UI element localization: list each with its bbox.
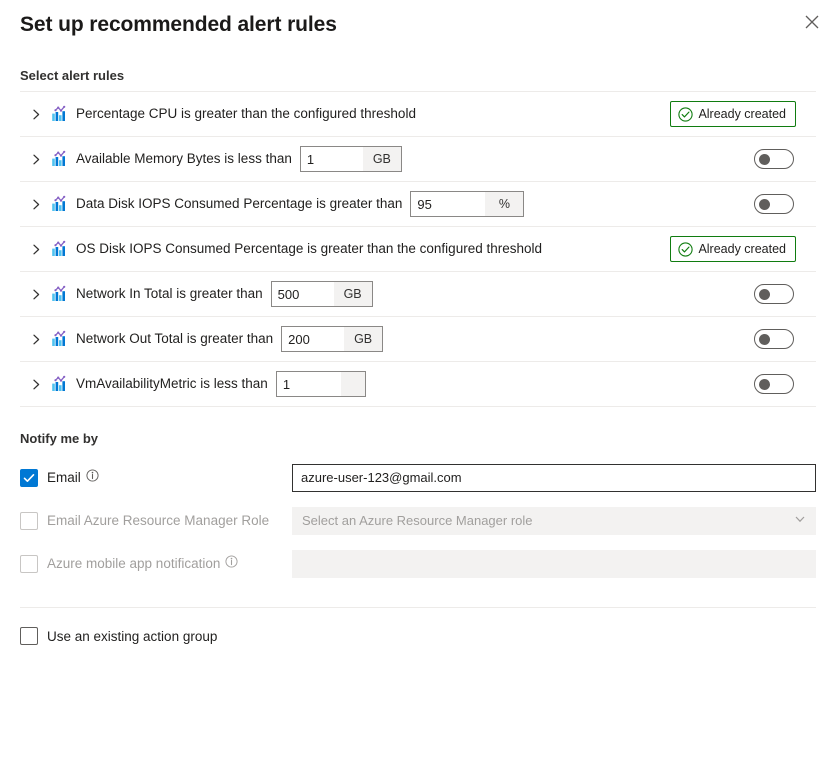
alert-rule-row: Network In Total is greater than 500GB bbox=[20, 272, 816, 317]
use-existing-action-group-label: Use an existing action group bbox=[47, 629, 217, 644]
chevron-down-icon bbox=[794, 513, 806, 528]
mobile-app-field[interactable] bbox=[292, 550, 816, 578]
metric-chart-icon bbox=[50, 375, 76, 393]
check-circle-icon bbox=[678, 242, 693, 257]
alert-rule-row: Available Memory Bytes is less than 1GB bbox=[20, 137, 816, 182]
alert-rule-row: VmAvailabilityMetric is less than 1 bbox=[20, 362, 816, 407]
expand-chevron-icon[interactable] bbox=[24, 192, 48, 216]
toggle-knob bbox=[759, 379, 770, 390]
notify-mobile-left: Azure mobile app notification bbox=[20, 555, 292, 573]
expand-chevron-icon[interactable] bbox=[24, 237, 48, 261]
alert-rule-toggle[interactable] bbox=[754, 194, 794, 214]
metric-chart-icon bbox=[50, 195, 76, 213]
expand-chevron-icon[interactable] bbox=[24, 327, 48, 351]
notify-email-left: Email bbox=[20, 469, 292, 487]
bottom-divider bbox=[20, 607, 816, 608]
close-button[interactable] bbox=[796, 6, 828, 38]
threshold-input[interactable]: 500 bbox=[272, 282, 334, 306]
alert-rule-toggle[interactable] bbox=[754, 149, 794, 169]
threshold-field[interactable]: 95% bbox=[410, 191, 524, 217]
alert-rule-row: Network Out Total is greater than 200GB bbox=[20, 317, 816, 362]
threshold-unit bbox=[341, 372, 365, 396]
threshold-unit: % bbox=[485, 192, 523, 216]
alert-rule-label: Network In Total is greater than bbox=[76, 285, 263, 303]
arm-role-checkbox-label: Email Azure Resource Manager Role bbox=[47, 513, 269, 528]
mobile-app-checkbox[interactable] bbox=[20, 555, 38, 573]
expand-chevron-icon[interactable] bbox=[24, 102, 48, 126]
email-checkbox[interactable] bbox=[20, 469, 38, 487]
alert-rules-list: Percentage CPU is greater than the confi… bbox=[20, 91, 816, 407]
check-icon bbox=[23, 472, 35, 484]
alert-rule-label: Available Memory Bytes is less than bbox=[76, 150, 292, 168]
metric-chart-icon bbox=[50, 105, 76, 123]
alert-rule-label: Network Out Total is greater than bbox=[76, 330, 273, 348]
threshold-field[interactable]: 200GB bbox=[281, 326, 383, 352]
alert-rule-row: Data Disk IOPS Consumed Percentage is gr… bbox=[20, 182, 816, 227]
toggle-knob bbox=[759, 199, 770, 210]
threshold-input[interactable]: 200 bbox=[282, 327, 344, 351]
dialog-header: Set up recommended alert rules bbox=[0, 0, 836, 48]
threshold-field[interactable]: 1 bbox=[276, 371, 366, 397]
notify-row-mobile-app: Azure mobile app notification bbox=[0, 542, 836, 585]
page-title: Set up recommended alert rules bbox=[20, 10, 816, 40]
threshold-unit: GB bbox=[344, 327, 382, 351]
threshold-unit: GB bbox=[334, 282, 372, 306]
email-checkbox-label: Email bbox=[47, 470, 81, 485]
alert-rule-label: OS Disk IOPS Consumed Percentage is grea… bbox=[76, 240, 542, 258]
threshold-field[interactable]: 1GB bbox=[300, 146, 402, 172]
expand-chevron-icon[interactable] bbox=[24, 282, 48, 306]
close-icon bbox=[805, 15, 819, 29]
notify-arm-left: Email Azure Resource Manager Role bbox=[20, 512, 292, 530]
email-input[interactable]: azure-user-123@gmail.com bbox=[292, 464, 816, 492]
threshold-input[interactable]: 95 bbox=[411, 192, 485, 216]
alert-rule-label: VmAvailabilityMetric is less than bbox=[76, 375, 268, 393]
alert-rule-toggle[interactable] bbox=[754, 374, 794, 394]
alert-rule-toggle[interactable] bbox=[754, 284, 794, 304]
arm-role-select-value: Select an Azure Resource Manager role bbox=[302, 513, 533, 528]
action-group-row: Use an existing action group bbox=[0, 614, 836, 658]
status-badge-label: Already created bbox=[698, 107, 786, 121]
status-badge-label: Already created bbox=[698, 242, 786, 256]
info-icon[interactable] bbox=[225, 555, 238, 573]
check-circle-icon bbox=[678, 107, 693, 122]
alert-rule-row: OS Disk IOPS Consumed Percentage is grea… bbox=[20, 227, 816, 272]
expand-chevron-icon[interactable] bbox=[24, 372, 48, 396]
alert-rule-row: Percentage CPU is greater than the confi… bbox=[20, 92, 816, 137]
metric-chart-icon bbox=[50, 285, 76, 303]
toggle-knob bbox=[759, 154, 770, 165]
notify-me-by-label: Notify me by bbox=[0, 431, 836, 446]
threshold-field[interactable]: 500GB bbox=[271, 281, 373, 307]
use-existing-action-group-checkbox[interactable] bbox=[20, 627, 38, 645]
threshold-input[interactable]: 1 bbox=[277, 372, 341, 396]
status-badge-already-created: Already created bbox=[670, 101, 796, 127]
notify-row-arm-role: Email Azure Resource Manager Role Select… bbox=[0, 499, 836, 542]
arm-role-checkbox[interactable] bbox=[20, 512, 38, 530]
alert-rule-label: Percentage CPU is greater than the confi… bbox=[76, 105, 416, 123]
status-badge-already-created: Already created bbox=[670, 236, 796, 262]
metric-chart-icon bbox=[50, 150, 76, 168]
toggle-knob bbox=[759, 289, 770, 300]
expand-chevron-icon[interactable] bbox=[24, 147, 48, 171]
threshold-unit: GB bbox=[363, 147, 401, 171]
metric-chart-icon bbox=[50, 240, 76, 258]
toggle-knob bbox=[759, 334, 770, 345]
notify-row-email: Email azure-user-123@gmail.com bbox=[0, 456, 836, 499]
threshold-input[interactable]: 1 bbox=[301, 147, 363, 171]
arm-role-select[interactable]: Select an Azure Resource Manager role bbox=[292, 507, 816, 535]
mobile-app-checkbox-label: Azure mobile app notification bbox=[47, 556, 220, 571]
select-alert-rules-label: Select alert rules bbox=[0, 68, 836, 83]
metric-chart-icon bbox=[50, 330, 76, 348]
info-icon[interactable] bbox=[86, 469, 99, 487]
alert-rule-toggle[interactable] bbox=[754, 329, 794, 349]
alert-rule-label: Data Disk IOPS Consumed Percentage is gr… bbox=[76, 195, 402, 213]
